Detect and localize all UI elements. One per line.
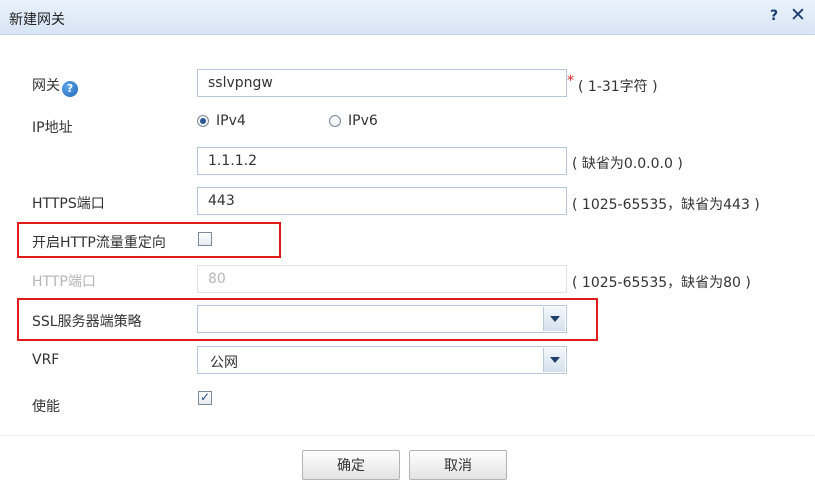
ok-button[interactable]: 确定 xyxy=(302,450,400,480)
checkmark-icon: ✓ xyxy=(200,390,211,404)
dialog-titlebar: 新建网关 ? ✕ xyxy=(0,0,815,35)
ssl-policy-select[interactable] xyxy=(197,305,567,333)
radio-ipv6-label: IPv6 xyxy=(348,113,378,129)
vrf-value: 公网 xyxy=(210,355,238,371)
radio-ipv6[interactable]: IPv6 xyxy=(329,113,378,129)
radio-ipv6-circle[interactable] xyxy=(329,115,341,127)
http-port-input xyxy=(197,265,567,293)
cancel-button[interactable]: 取消 xyxy=(409,450,507,480)
chevron-down-icon[interactable] xyxy=(543,348,565,372)
question-help-icon[interactable]: ? xyxy=(62,81,78,97)
required-mark: * xyxy=(567,73,574,89)
close-icon[interactable]: ✕ xyxy=(790,4,806,26)
ssl-policy-label: SSL服务器端策略 xyxy=(32,314,142,330)
radio-ipv4[interactable]: IPv4 xyxy=(197,113,246,129)
enable-label: 使能 xyxy=(32,399,60,415)
gateway-hint: ( 1-31字符 ) xyxy=(578,79,658,95)
https-port-hint: ( 1025-65535，缺省为443 ) xyxy=(572,197,760,213)
enable-checkbox[interactable]: ✓ xyxy=(198,390,212,405)
https-port-input[interactable] xyxy=(197,187,567,215)
radio-ipv4-circle[interactable] xyxy=(197,115,209,127)
gateway-input[interactable] xyxy=(197,69,567,97)
http-redirect-label: 开启HTTP流量重定向 xyxy=(32,235,166,251)
dialog-title: 新建网关 xyxy=(9,12,65,28)
https-port-label: HTTPS端口 xyxy=(32,196,105,212)
radio-ipv4-label: IPv4 xyxy=(216,113,246,129)
help-icon[interactable]: ? xyxy=(770,8,778,24)
http-port-hint: ( 1025-65535，缺省为80 ) xyxy=(572,275,751,291)
gateway-label-row: 网关? xyxy=(32,75,78,97)
vrf-label: VRF xyxy=(32,352,60,368)
chevron-down-icon[interactable] xyxy=(543,307,565,331)
http-redirect-checkbox[interactable] xyxy=(198,232,212,246)
http-port-label: HTTP端口 xyxy=(32,274,96,290)
vrf-select[interactable]: 公网 xyxy=(197,346,567,374)
ip-address-input[interactable] xyxy=(197,147,567,175)
ip-label: IP地址 xyxy=(32,120,73,136)
ip-hint: ( 缺省为0.0.0.0 ) xyxy=(572,156,683,172)
footer-divider xyxy=(0,435,815,436)
gateway-label: 网关 xyxy=(32,78,60,94)
